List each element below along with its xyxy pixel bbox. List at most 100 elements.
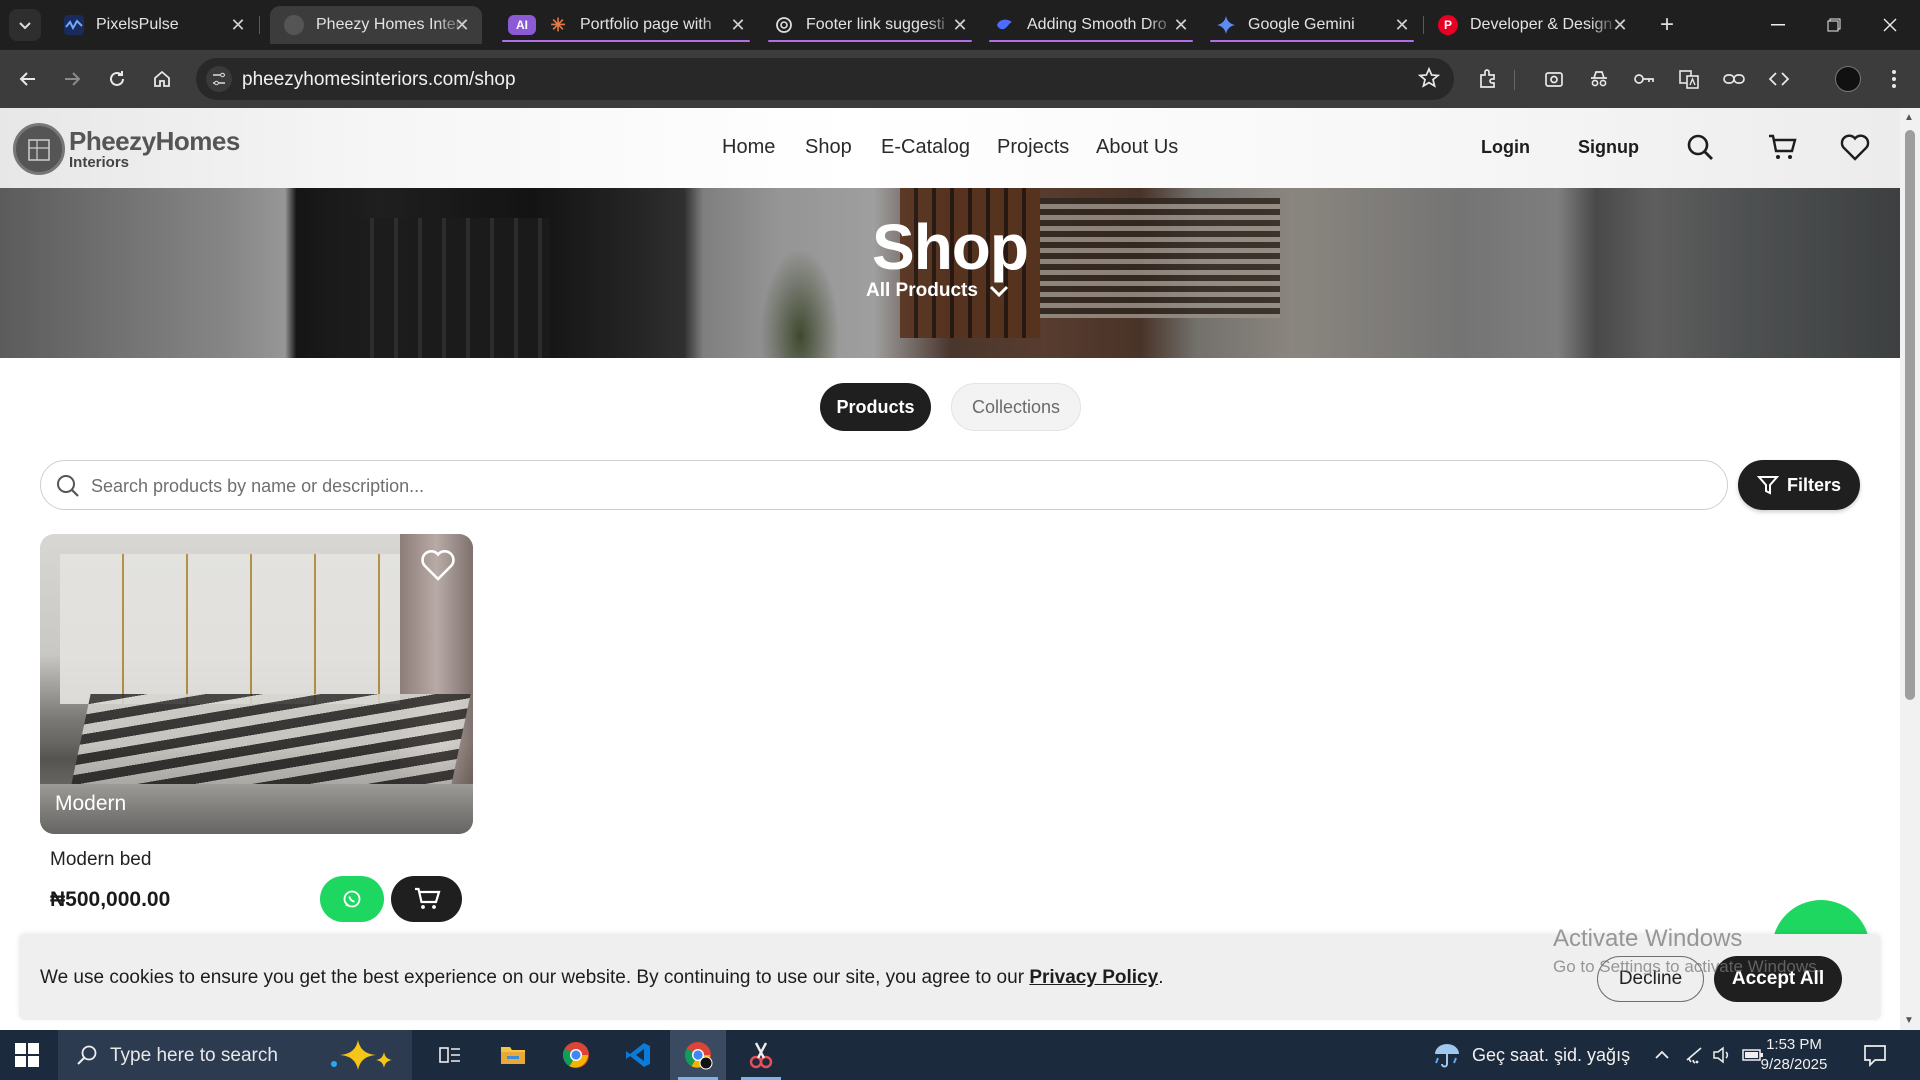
accept-cookies-button[interactable]: Accept All bbox=[1714, 956, 1842, 1002]
pinterest-icon: P bbox=[1438, 15, 1458, 35]
taskbar-clock[interactable]: 1:53 PM 9/28/2025 bbox=[1752, 1035, 1836, 1075]
browser-toolbar: pheezyhomesinteriors.com/shop bbox=[0, 50, 1920, 108]
close-icon[interactable]: ✕ bbox=[228, 15, 248, 36]
product-image[interactable] bbox=[40, 534, 473, 834]
incognito-icon[interactable] bbox=[1585, 65, 1613, 93]
nav-home[interactable]: Home bbox=[722, 136, 775, 159]
windows-taskbar: Type here to search Geç saat. şid. yağış bbox=[0, 1030, 1920, 1080]
tab-pheezy-homes[interactable]: Pheezy Homes Interiors ✕ bbox=[270, 6, 482, 44]
cart-icon[interactable] bbox=[1765, 130, 1799, 164]
search-icon bbox=[55, 473, 81, 504]
restore-icon bbox=[1827, 18, 1841, 32]
tab-collections[interactable]: Collections bbox=[951, 383, 1081, 431]
volume-icon[interactable] bbox=[1712, 1030, 1732, 1080]
password-key-icon[interactable] bbox=[1630, 65, 1658, 93]
site-logo[interactable]: PheezyHomes Interiors bbox=[13, 123, 240, 175]
url-text[interactable]: pheezyhomesinteriors.com/shop bbox=[242, 69, 516, 91]
tab-label: Portfolio page with bbox=[580, 16, 712, 33]
windows-start-icon[interactable] bbox=[14, 1042, 40, 1073]
whatsapp-icon bbox=[343, 890, 361, 908]
site-header: PheezyHomes Interiors Home Shop E-Catalo… bbox=[0, 108, 1900, 188]
search-input[interactable] bbox=[91, 473, 1691, 499]
decline-cookies-button[interactable]: Decline bbox=[1597, 956, 1704, 1002]
tab-group-badge[interactable]: AI bbox=[508, 15, 536, 35]
nav-projects[interactable]: Projects bbox=[997, 136, 1069, 159]
profile-avatar[interactable] bbox=[1834, 65, 1862, 93]
weather-widget[interactable]: Geç saat. şid. yağış bbox=[1432, 1030, 1630, 1080]
snipping-tool-icon[interactable] bbox=[733, 1030, 789, 1080]
site-info-icon[interactable] bbox=[206, 66, 232, 92]
cookie-message: We use cookies to ensure you get the bes… bbox=[40, 967, 1164, 988]
scroll-down-icon[interactable]: ▼ bbox=[1904, 1015, 1914, 1026]
tab-portfolio-page[interactable]: AI ✳ Portfolio page with ✕ bbox=[494, 6, 758, 44]
extensions-icon[interactable] bbox=[1474, 65, 1502, 93]
address-bar[interactable]: pheezyhomesinteriors.com/shop bbox=[196, 58, 1454, 100]
back-button[interactable] bbox=[12, 63, 44, 95]
task-view-icon[interactable] bbox=[422, 1030, 478, 1080]
scrollbar-thumb[interactable] bbox=[1905, 130, 1915, 700]
page-title: Shop bbox=[872, 211, 1029, 283]
nav-about-us[interactable]: About Us bbox=[1096, 136, 1178, 159]
screenshot-icon[interactable] bbox=[1540, 65, 1568, 93]
login-link[interactable]: Login bbox=[1481, 137, 1530, 158]
code-icon[interactable] bbox=[1765, 65, 1793, 93]
taskbar-search-placeholder: Type here to search bbox=[110, 1045, 278, 1066]
nav-shop[interactable]: Shop bbox=[805, 136, 852, 159]
close-icon[interactable]: ✕ bbox=[1610, 15, 1630, 36]
taskbar-search[interactable]: Type here to search bbox=[58, 1030, 412, 1080]
scroll-up-icon[interactable]: ▲ bbox=[1904, 112, 1914, 123]
web-page: PheezyHomes Interiors Home Shop E-Catalo… bbox=[0, 108, 1900, 1030]
close-window-button[interactable] bbox=[1862, 0, 1918, 50]
restore-button[interactable] bbox=[1806, 0, 1862, 50]
chrome-icon[interactable] bbox=[548, 1030, 604, 1080]
nav-e-catalog[interactable]: E-Catalog bbox=[881, 136, 970, 159]
tab-label: PixelsPulse bbox=[96, 16, 179, 33]
translate-icon[interactable] bbox=[1675, 65, 1703, 93]
clock-time: 1:53 PM bbox=[1766, 1036, 1822, 1053]
tab-developer-design[interactable]: P Developer & Design ✕ bbox=[1424, 6, 1640, 44]
tab-adding-smooth-dropdown[interactable]: Adding Smooth Dro ✕ bbox=[981, 6, 1201, 44]
close-icon[interactable]: ✕ bbox=[452, 15, 472, 36]
search-icon[interactable] bbox=[1683, 130, 1717, 164]
tab-search-button[interactable] bbox=[9, 9, 41, 41]
privacy-policy-link[interactable]: Privacy Policy bbox=[1029, 967, 1158, 988]
heart-icon[interactable] bbox=[1838, 130, 1872, 164]
signup-link[interactable]: Signup bbox=[1578, 137, 1639, 158]
forward-button[interactable] bbox=[56, 63, 88, 95]
filters-button[interactable]: Filters bbox=[1738, 460, 1860, 510]
close-icon[interactable]: ✕ bbox=[1392, 15, 1412, 36]
vscode-icon[interactable] bbox=[610, 1030, 666, 1080]
file-explorer-icon[interactable] bbox=[485, 1030, 541, 1080]
wishlist-heart-icon[interactable] bbox=[420, 548, 456, 587]
chevron-down-icon bbox=[989, 285, 1008, 298]
filter-icon bbox=[1756, 476, 1779, 495]
tab-google-gemini[interactable]: Google Gemini ✕ bbox=[1202, 6, 1424, 44]
close-icon[interactable]: ✕ bbox=[950, 15, 970, 36]
gemini-icon bbox=[1216, 15, 1236, 35]
notifications-icon[interactable] bbox=[1862, 1042, 1888, 1073]
chrome-profile-icon[interactable] bbox=[670, 1030, 726, 1080]
copilot-sparkle-icon[interactable] bbox=[328, 1038, 398, 1077]
link-icon[interactable] bbox=[1720, 65, 1748, 93]
category-dropdown[interactable]: All Products bbox=[866, 280, 1010, 302]
minimize-button[interactable] bbox=[1750, 0, 1806, 50]
product-name[interactable]: Modern bed bbox=[50, 849, 151, 871]
whatsapp-order-button[interactable] bbox=[320, 876, 384, 922]
tab-pixelspulse[interactable]: PixelsPulse ✕ bbox=[50, 6, 260, 44]
filters-label: Filters bbox=[1786, 474, 1842, 495]
tab-footer-link[interactable]: Footer link suggesti ✕ bbox=[760, 6, 980, 44]
new-tab-button[interactable]: + bbox=[1652, 10, 1682, 40]
kebab-menu-icon[interactable] bbox=[1880, 65, 1908, 93]
home-button[interactable] bbox=[146, 63, 178, 95]
reload-button[interactable] bbox=[101, 63, 133, 95]
tab-products[interactable]: Products bbox=[820, 383, 931, 431]
network-icon[interactable] bbox=[1685, 1030, 1705, 1080]
add-to-cart-button[interactable] bbox=[391, 876, 462, 922]
tray-chevron-up-icon[interactable] bbox=[1654, 1030, 1670, 1080]
pheezy-favicon bbox=[284, 15, 304, 35]
bookmark-star-icon[interactable] bbox=[1417, 66, 1441, 94]
close-icon[interactable]: ✕ bbox=[1171, 15, 1191, 36]
close-icon[interactable]: ✕ bbox=[728, 15, 748, 36]
page-scrollbar[interactable]: ▲ ▼ bbox=[1900, 108, 1920, 1030]
tab-label: Adding Smooth Dro bbox=[1027, 16, 1167, 33]
